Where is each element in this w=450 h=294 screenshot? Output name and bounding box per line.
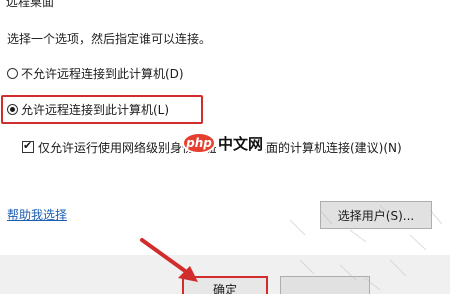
check-mark-icon: ✔	[23, 139, 33, 152]
radio-allow-remote[interactable]: 允许远程连接到此计算机(L)	[7, 101, 169, 117]
radio-deny-label: 不允许远程连接到此计算机(D)	[21, 66, 184, 81]
radio-button-allow[interactable]	[7, 103, 18, 115]
radio-button-deny[interactable]	[7, 67, 18, 79]
help-me-choose-link[interactable]: 帮助我选择	[7, 206, 67, 223]
red-arrow-icon	[140, 238, 198, 282]
radio-deny-remote[interactable]: 不允许远程连接到此计算机(D)	[7, 65, 184, 81]
radio-allow-label: 允许远程连接到此计算机(L)	[21, 102, 170, 117]
watermark-logo: php	[182, 132, 216, 154]
watermark: php 中文网	[182, 132, 266, 154]
nla-checkbox[interactable]: ✔	[22, 139, 34, 153]
corner-noise-pattern	[289, 204, 443, 291]
instruction-text: 选择一个选项，然后指定谁可以连接。	[7, 32, 212, 46]
watermark-text: 中文网	[216, 132, 266, 154]
group-title: 远程桌面	[6, 0, 55, 9]
